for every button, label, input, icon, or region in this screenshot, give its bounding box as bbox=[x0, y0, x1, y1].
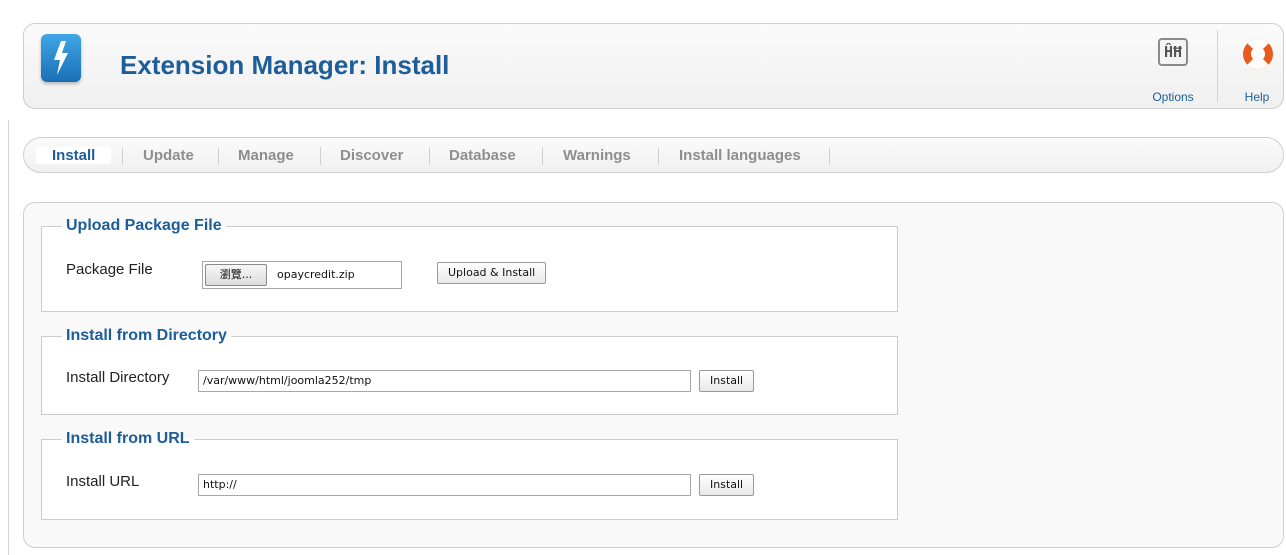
page-header: Extension Manager: Install ĤĦ Options He… bbox=[23, 23, 1284, 109]
install-panel: Upload Package File Package File 瀏覽... o… bbox=[23, 202, 1284, 548]
tab-install[interactable]: Install bbox=[36, 147, 112, 164]
tab-divider bbox=[429, 147, 430, 165]
toolbar-divider bbox=[1217, 30, 1218, 102]
tab-divider bbox=[320, 147, 321, 165]
install-url-fieldset: Install from URL Install URL http:// Ins… bbox=[41, 430, 898, 520]
install-url-input[interactable]: http:// bbox=[198, 474, 691, 496]
package-file-label: Package File bbox=[66, 261, 153, 278]
help-label: Help bbox=[1244, 90, 1270, 104]
extension-manager-bolt-icon bbox=[41, 34, 81, 82]
package-file-input[interactable]: 瀏覽... opaycredit.zip bbox=[202, 261, 402, 289]
tab-install-languages[interactable]: Install languages bbox=[679, 147, 801, 164]
tab-discover[interactable]: Discover bbox=[340, 147, 403, 164]
page-title: Extension Manager: Install bbox=[120, 50, 450, 80]
install-directory-input[interactable]: /var/www/html/joomla252/tmp bbox=[198, 370, 691, 392]
lifebuoy-icon bbox=[1243, 39, 1273, 69]
tab-divider bbox=[542, 147, 543, 165]
submenu-tabs: Install Update Manage Discover Database … bbox=[23, 137, 1284, 173]
options-button[interactable]: ĤĦ Options bbox=[1143, 34, 1203, 104]
tab-warnings[interactable]: Warnings bbox=[563, 147, 631, 164]
selected-file-name: opaycredit.zip bbox=[277, 268, 355, 281]
install-directory-fieldset: Install from Directory Install Directory… bbox=[41, 327, 898, 415]
tab-divider bbox=[122, 147, 123, 165]
tab-manage[interactable]: Manage bbox=[238, 147, 294, 164]
options-label: Options bbox=[1152, 90, 1194, 104]
tab-divider bbox=[658, 147, 659, 165]
install-directory-button[interactable]: Install bbox=[699, 370, 755, 392]
upload-package-fieldset: Upload Package File Package File 瀏覽... o… bbox=[41, 217, 898, 312]
install-directory-label: Install Directory bbox=[66, 369, 170, 386]
upload-package-legend: Upload Package File bbox=[66, 217, 222, 234]
left-border bbox=[8, 120, 9, 555]
help-button[interactable]: Help bbox=[1232, 34, 1282, 104]
browse-button[interactable]: 瀏覽... bbox=[205, 264, 267, 286]
install-directory-legend: Install from Directory bbox=[66, 327, 227, 344]
upload-install-button[interactable]: Upload & Install bbox=[437, 262, 547, 284]
options-toggle-icon: ĤĦ bbox=[1158, 38, 1188, 66]
tab-divider bbox=[829, 147, 830, 165]
tab-database[interactable]: Database bbox=[449, 147, 516, 164]
tab-update[interactable]: Update bbox=[143, 147, 194, 164]
install-url-button[interactable]: Install bbox=[699, 474, 755, 496]
install-url-legend: Install from URL bbox=[66, 430, 190, 447]
tab-divider bbox=[218, 147, 219, 165]
install-url-label: Install URL bbox=[66, 473, 140, 490]
